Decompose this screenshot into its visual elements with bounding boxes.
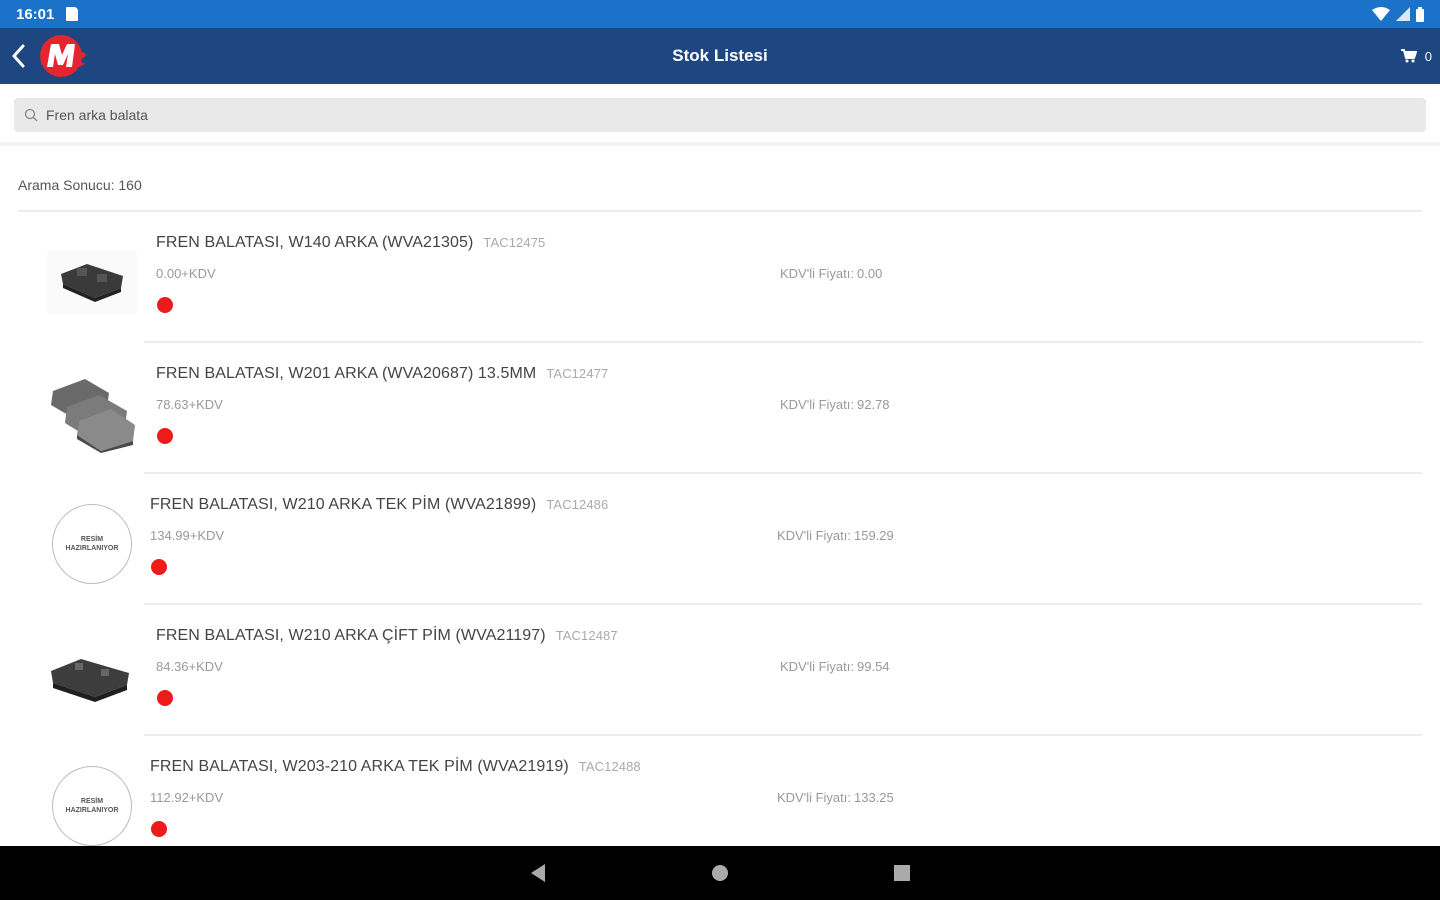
image-placeholder: RESİM HAZIRLANIYOR <box>52 766 132 846</box>
product-name: FREN BALATASI, W203-210 ARKA TEK PİM (WV… <box>150 758 641 775</box>
stock-status-dot <box>151 559 167 575</box>
nav-back-button[interactable] <box>447 863 629 883</box>
product-name: FREN BALATASI, W201 ARKA (WVA20687) 13.5… <box>156 365 609 382</box>
logo-icon <box>40 35 87 77</box>
product-code: TAC12486 <box>546 497 609 512</box>
search-icon <box>24 108 38 122</box>
product-price: 78.63+KDV <box>156 397 223 412</box>
product-code: TAC12487 <box>555 628 618 643</box>
status-icons <box>1372 6 1424 22</box>
product-kdv-price: KDV'li Fiyatı: 159.29 <box>777 528 894 543</box>
search-input[interactable] <box>46 107 1346 123</box>
product-item[interactable]: RESİM HAZIRLANIYOR FREN BALATASI, W210 A… <box>0 474 1440 605</box>
product-price: 0.00+KDV <box>156 266 216 281</box>
product-code: TAC12475 <box>483 235 546 250</box>
wifi-icon <box>1372 7 1390 21</box>
brake-pad-image <box>51 659 129 702</box>
status-time: 16:01 <box>16 5 55 23</box>
app-bar: Stok Listesi 0 <box>0 28 1440 84</box>
nav-home-button[interactable] <box>629 863 811 883</box>
brake-pad-image <box>51 379 135 453</box>
product-image <box>46 242 138 322</box>
page-title: Stok Listesi <box>672 46 768 65</box>
product-image <box>46 635 138 715</box>
product-name: FREN BALATASI, W210 ARKA TEK PİM (WVA218… <box>150 496 609 513</box>
product-list: FREN BALATASI, W140 ARKA (WVA21305) TAC12… <box>0 212 1440 867</box>
result-count: Arama Sonucu: 160 <box>18 177 142 193</box>
product-kdv-price: KDV'li Fiyatı: 99.54 <box>780 659 890 674</box>
search-box[interactable] <box>14 98 1426 132</box>
product-kdv-price: KDV'li Fiyatı: 92.78 <box>780 397 890 412</box>
product-code: TAC12477 <box>546 366 609 381</box>
stock-status-dot <box>151 821 167 837</box>
product-name: FREN BALATASI, W210 ARKA ÇİFT PİM (WVA21… <box>156 627 618 644</box>
product-image <box>46 373 138 453</box>
app-logo <box>36 31 90 81</box>
result-count-label: Arama Sonucu: <box>18 177 115 193</box>
circle-home-icon <box>712 865 728 881</box>
product-price: 112.92+KDV <box>150 790 224 805</box>
stock-status-dot <box>157 297 173 313</box>
stock-status-dot <box>157 690 173 706</box>
search-section <box>0 84 1440 146</box>
status-bar: 16:01 <box>0 0 1440 28</box>
product-item[interactable]: FREN BALATASI, W210 ARKA ÇİFT PİM (WVA21… <box>0 605 1440 736</box>
back-button[interactable] <box>0 28 36 84</box>
square-recents-icon <box>894 865 910 881</box>
product-price: 84.36+KDV <box>156 659 223 674</box>
product-item[interactable]: FREN BALATASI, W201 ARKA (WVA20687) 13.5… <box>0 343 1440 474</box>
product-code: TAC12488 <box>578 759 641 774</box>
sd-card-icon <box>66 7 79 21</box>
product-item[interactable]: FREN BALATASI, W140 ARKA (WVA21305) TAC12… <box>0 212 1440 343</box>
cart-icon <box>1400 49 1417 63</box>
product-kdv-price: KDV'li Fiyatı: 133.25 <box>777 790 894 805</box>
battery-icon <box>1416 6 1424 22</box>
product-image: RESİM HAZIRLANIYOR <box>46 504 138 584</box>
product-kdv-price: KDV'li Fiyatı: 0.00 <box>780 266 883 281</box>
product-name: FREN BALATASI, W140 ARKA (WVA21305) TAC12… <box>156 234 546 251</box>
result-count-value: 160 <box>118 177 142 193</box>
cart-button[interactable]: 0 <box>1400 28 1432 84</box>
stock-status-dot <box>157 428 173 444</box>
cart-count: 0 <box>1424 48 1432 64</box>
brake-pad-image <box>47 250 137 314</box>
image-placeholder: RESİM HAZIRLANIYOR <box>52 504 132 584</box>
signal-icon <box>1396 7 1410 21</box>
chevron-left-icon <box>12 44 25 68</box>
nav-recents-button[interactable] <box>811 864 993 882</box>
product-price: 134.99+KDV <box>150 528 225 543</box>
system-nav-bar <box>0 846 1440 900</box>
product-image: RESİM HAZIRLANIYOR <box>46 766 138 846</box>
triangle-back-icon <box>531 864 545 882</box>
